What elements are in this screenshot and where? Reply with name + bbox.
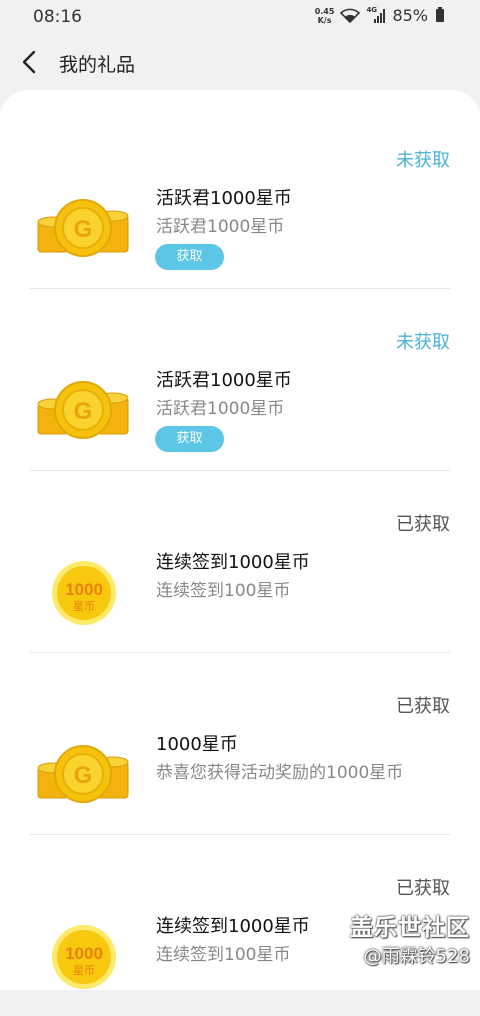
watermark: 盖乐世社区 @雨霖铃528 (350, 908, 470, 968)
item-subtitle: 连续签到100星币 (156, 581, 291, 601)
gold-coin-stack-icon: G (37, 745, 129, 803)
svg-text:星币: 星币 (73, 964, 95, 977)
status-label: 已获取 (396, 878, 450, 899)
svg-text:星币: 星币 (73, 600, 95, 613)
claim-button[interactable]: 获取 (155, 426, 224, 452)
watermark-user: @雨霖铃528 (363, 946, 470, 967)
list-item: 已获取 G 1000星币 恭喜您获得活动奖励的1000星币 (30, 652, 450, 835)
item-subtitle: 活跃君1000星币 (156, 217, 285, 237)
item-subtitle: 恭喜您获得活动奖励的1000星币 (156, 763, 404, 783)
item-title: 活跃君1000星币 (156, 370, 292, 391)
battery-percent: 85% (392, 6, 428, 25)
1000-star-coin-icon: 1000 星币 (52, 561, 116, 625)
gold-coin-stack-icon: G (37, 199, 129, 257)
gold-coin-stack-icon: G (37, 381, 129, 439)
gift-list: 未获取 G 活跃君1000星币 活跃君1000星币 获取 未获取 G 活跃君10… (0, 90, 480, 990)
wifi-icon (340, 8, 361, 23)
list-item: 未获取 G 活跃君1000星币 活跃君1000星币 获取 (30, 288, 450, 471)
item-title: 连续签到1000星币 (156, 916, 310, 937)
item-subtitle: 连续签到100星币 (156, 945, 291, 965)
svg-text:1000: 1000 (65, 944, 103, 963)
status-label: 未获取 (396, 150, 450, 171)
list-item: 未获取 G 活跃君1000星币 活跃君1000星币 获取 (30, 106, 450, 289)
back-arrow-icon[interactable] (18, 48, 42, 76)
item-title: 活跃君1000星币 (156, 188, 292, 209)
list-item: 已获取 1000 星币 连续签到1000星币 连续签到100星币 (30, 470, 450, 653)
network-speed: 0.45 K/s (314, 6, 335, 25)
item-title: 连续签到1000星币 (156, 552, 310, 573)
header: 我的礼品 (0, 34, 480, 90)
status-label: 已获取 (396, 514, 450, 535)
status-label: 已获取 (396, 696, 450, 717)
item-subtitle: 活跃君1000星币 (156, 399, 285, 419)
item-title: 1000星币 (156, 734, 238, 755)
svg-text:G: G (74, 216, 93, 243)
cellular-signal-icon: 4G (366, 6, 386, 24)
status-bar: 08:16 0.45 K/s 4G 85% (0, 0, 480, 34)
watermark-title: 盖乐世社区 (350, 915, 470, 941)
svg-text:G: G (74, 398, 93, 425)
1000-star-coin-icon: 1000 星币 (52, 925, 116, 989)
page-title: 我的礼品 (59, 54, 136, 76)
status-label: 未获取 (396, 332, 450, 353)
battery-icon (436, 7, 444, 22)
status-time: 08:16 (33, 7, 82, 27)
status-icons: 0.45 K/s 4G 85% (315, 6, 444, 25)
svg-text:G: G (74, 762, 93, 789)
svg-text:1000: 1000 (65, 580, 103, 599)
claim-button[interactable]: 获取 (155, 244, 224, 270)
